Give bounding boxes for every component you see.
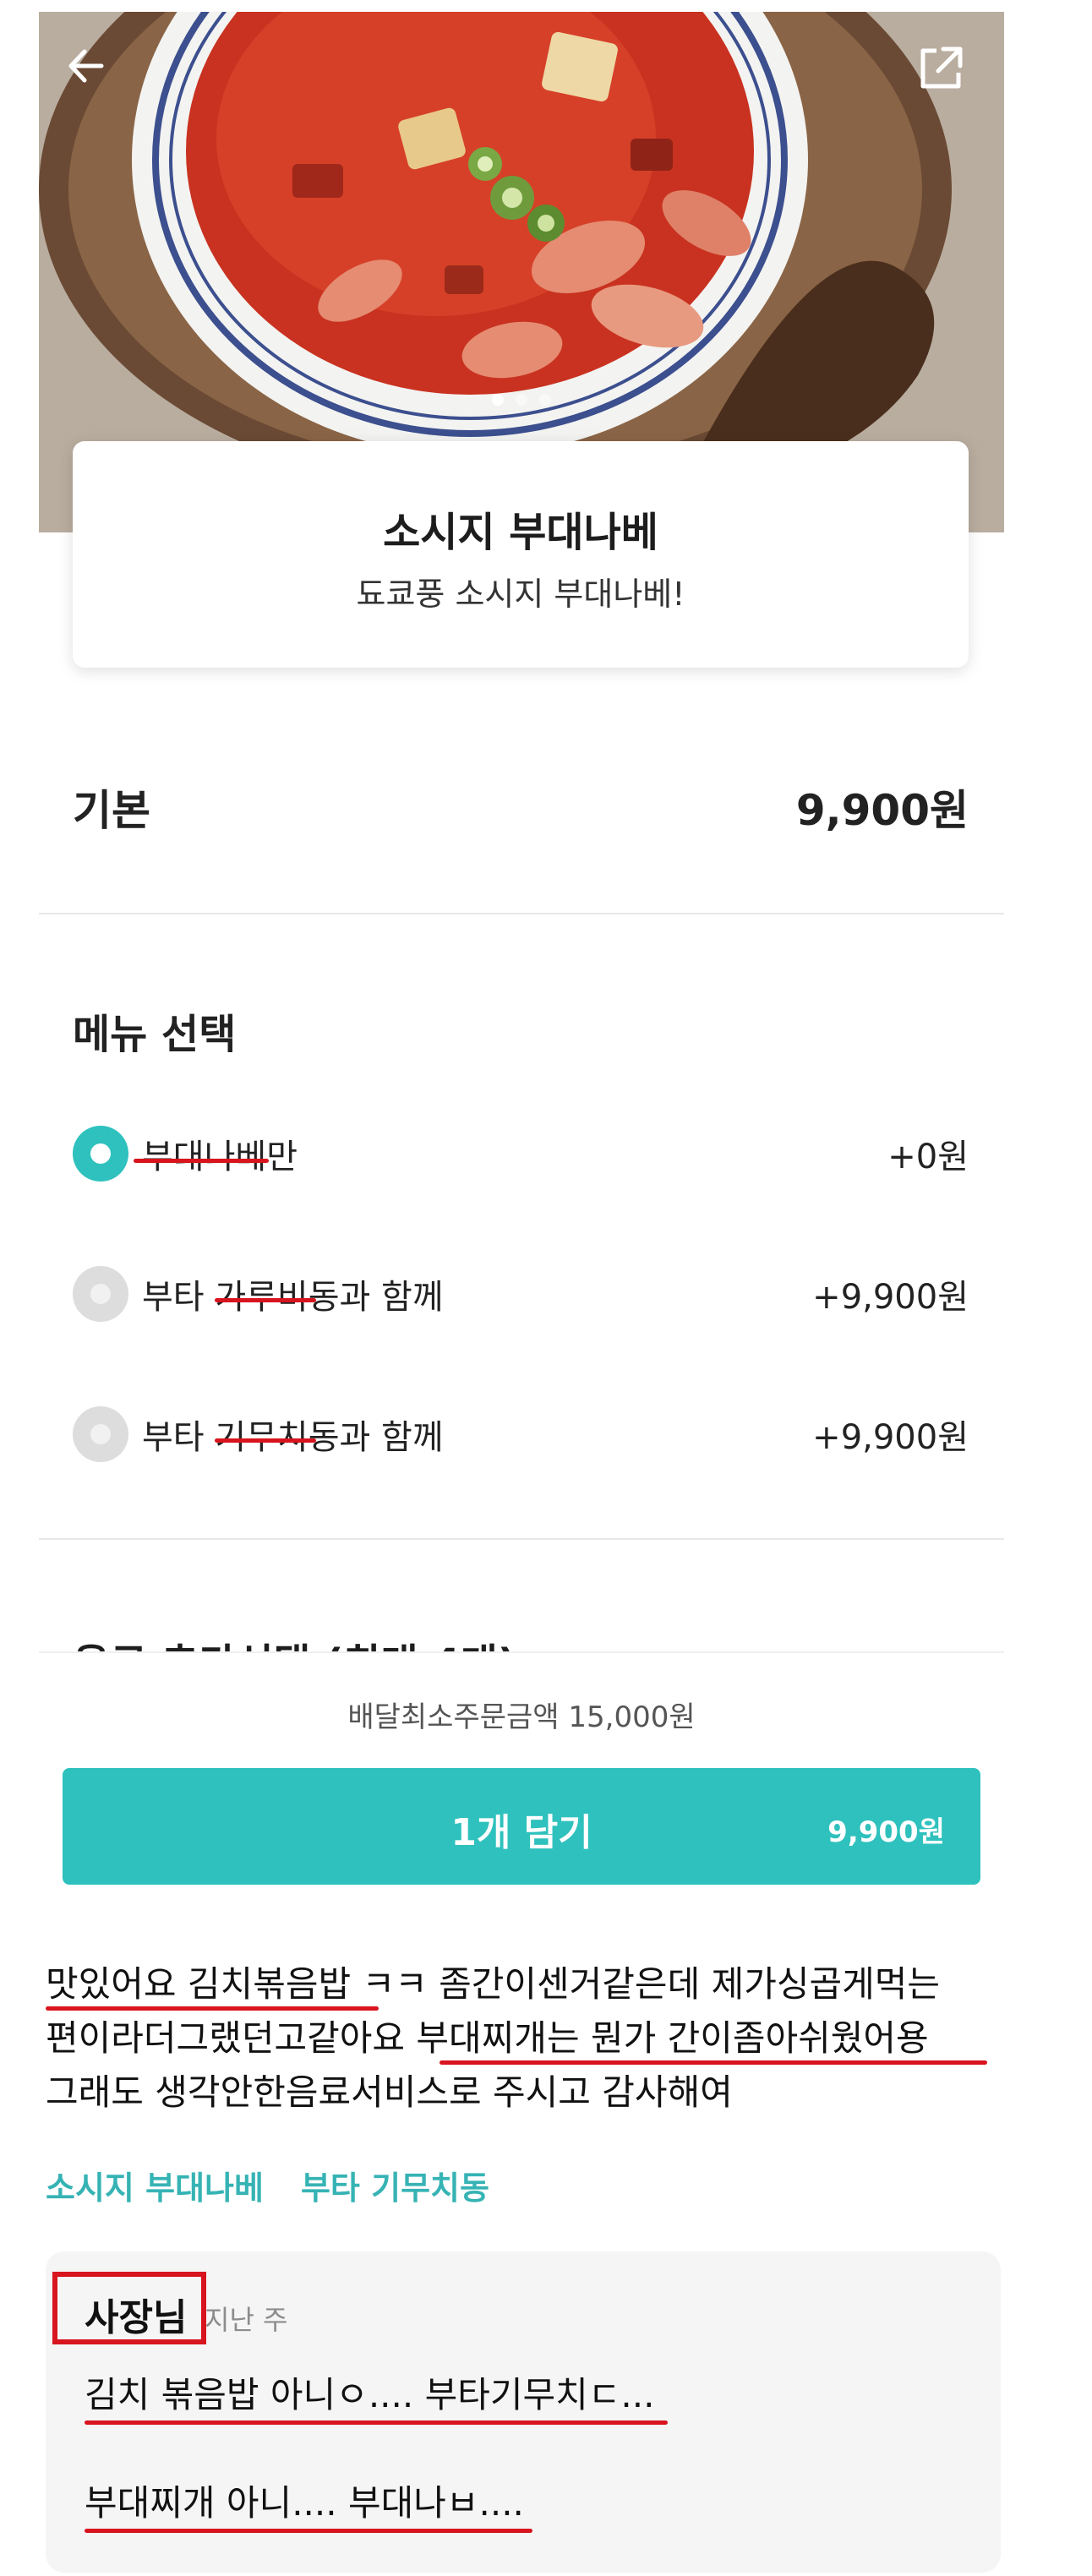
menu-option-label: 부타 가루비동과 함께 — [142, 1278, 444, 1317]
radio-unselected-icon[interactable] — [73, 1406, 128, 1462]
product-description: 됴쿄풍 소시지 부대나베! — [356, 576, 685, 613]
pager-dot[interactable] — [516, 394, 527, 406]
annotation-underline — [215, 1298, 316, 1302]
image-pager — [39, 394, 1004, 406]
menu-option[interactable]: 부타 가루비동과 함께 +9,900원 — [73, 1260, 969, 1328]
menu-selection-title: 메뉴 선택 — [73, 1011, 237, 1058]
base-price-row: 기본 9,900원 — [73, 777, 969, 838]
radio-unselected-icon[interactable] — [73, 1266, 128, 1322]
review-tag[interactable]: 소시지 부대나베 — [46, 2162, 264, 2208]
share-button[interactable] — [918, 44, 979, 105]
order-bar: 배달최소주문금액 15,000원 1개 담기 9,900원 — [39, 1651, 1004, 1907]
review-line: 그래도 생각안한음료서비스로 주시고 감사해여 — [46, 2071, 733, 2113]
base-price-value: 9,900원 — [795, 786, 969, 835]
product-name: 소시지 부대나베 — [383, 509, 658, 556]
radio-selected-icon[interactable] — [73, 1126, 128, 1182]
cart-button-price: 9,900원 — [827, 1815, 945, 1849]
pager-dot[interactable] — [492, 394, 504, 406]
beverage-section-title: 음료 추가선택 (최대 4개) — [73, 1630, 516, 1651]
annotation-underline — [440, 2060, 987, 2065]
product-title-card: 소시지 부대나베 됴쿄풍 소시지 부대나베! — [73, 441, 969, 668]
review-line: 편이라더그랬던고같아요 부대찌개는 뭔가 간이좀아쉬웠어용 — [46, 2017, 929, 2059]
back-button[interactable] — [64, 44, 125, 105]
divider — [39, 1538, 1004, 1540]
reply-line: 김치 볶음밥 아니ㅇ.... 부타기무치ㄷ... — [85, 2374, 655, 2415]
menu-option-price: +9,900원 — [812, 1418, 969, 1457]
menu-option[interactable]: 부타 기무치동과 함께 +9,900원 — [73, 1400, 969, 1468]
menu-option[interactable]: 부대나베만 +0원 — [73, 1120, 969, 1187]
annotation-underline — [134, 1159, 269, 1163]
annotation-box — [52, 2272, 206, 2344]
pager-dot[interactable] — [539, 394, 551, 406]
annotation-underline — [46, 2006, 379, 2011]
menu-option-price: +0원 — [887, 1138, 969, 1176]
reply-line: 부대찌개 아니.... 부대나ㅂ.... — [85, 2482, 524, 2524]
annotation-underline — [85, 2420, 668, 2425]
add-to-cart-button[interactable]: 1개 담기 9,900원 — [63, 1768, 980, 1885]
annotation-underline — [85, 2529, 532, 2533]
min-order-text: 배달최소주문금액 15,000원 — [347, 1700, 696, 1734]
annotation-underline — [215, 1438, 316, 1443]
menu-option-price: +9,900원 — [812, 1278, 969, 1317]
menu-option-label: 부타 기무치동과 함께 — [142, 1418, 444, 1457]
review-tag[interactable]: 부타 기무치동 — [301, 2162, 489, 2208]
reply-time: 지난 주 — [205, 2304, 288, 2336]
menu-detail-screen: 소시지 부대나베 됴쿄풍 소시지 부대나베! 기본 9,900원 메뉴 선택 부… — [39, 12, 1004, 1651]
review-line: 맛있어요 김치볶음밥 ㅋㅋ 좀간이센거같은데 제가싱곱게먹는 — [46, 1963, 941, 2005]
share-icon — [920, 46, 963, 89]
review-menu-tags: 소시지 부대나베 부타 기무치동 — [46, 2162, 489, 2208]
divider — [39, 913, 1004, 914]
base-price-label: 기본 — [73, 786, 150, 835]
menu-option-label: 부대나베만 — [142, 1138, 298, 1176]
back-arrow-icon — [68, 49, 104, 83]
review-body: 맛있어요 김치볶음밥 ㅋㅋ 좀간이센거같은데 제가싱곱게먹는 편이라더그랬던고같… — [46, 1957, 1001, 2120]
